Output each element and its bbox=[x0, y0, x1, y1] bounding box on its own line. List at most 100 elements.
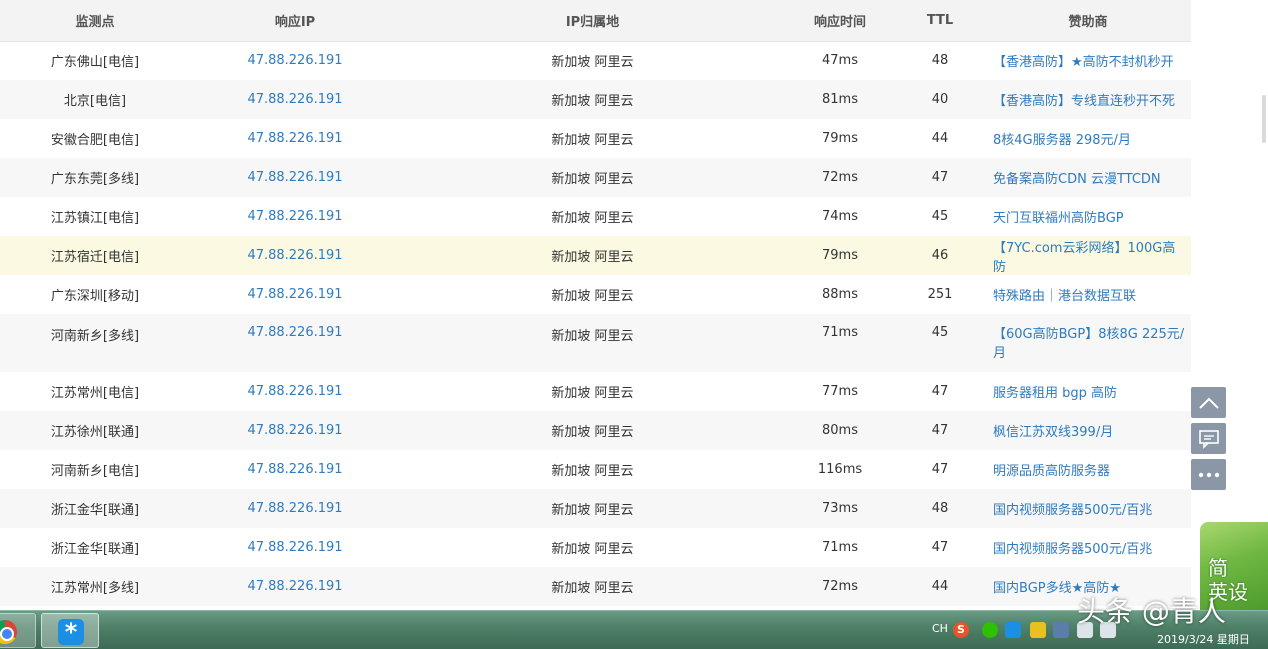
response-ip-link[interactable]: 47.88.226.191 bbox=[190, 528, 400, 567]
response-ip-link[interactable]: 47.88.226.191 bbox=[190, 236, 400, 275]
table-row: 北京[电信] 47.88.226.191 新加坡 阿里云 81ms 40 【香港高防】专线… bbox=[0, 80, 1191, 119]
response-ip-link[interactable]: 47.88.226.191 bbox=[190, 450, 400, 489]
page-right-gutter bbox=[1191, 0, 1268, 610]
table-row: 江苏镇江[电信] 47.88.226.191 新加坡 阿里云 74ms 45 天门互联福州… bbox=[0, 197, 1191, 236]
scrollbar-thumb[interactable] bbox=[1262, 95, 1266, 143]
response-ip-link[interactable]: 47.88.226.191 bbox=[190, 158, 400, 197]
sponsor-link[interactable]: 明源品质高防服务器 bbox=[985, 450, 1191, 489]
ttl-cell: 47 bbox=[895, 158, 985, 197]
ip-location-cell: 新加坡 阿里云 bbox=[400, 450, 785, 489]
ip-location-cell: 新加坡 阿里云 bbox=[400, 236, 785, 275]
sponsor-link[interactable]: 国内视频服务器500元/百兆 bbox=[985, 489, 1191, 528]
sponsor-link[interactable]: 特殊路由｜港台数据互联 bbox=[985, 275, 1191, 314]
response-ip-link[interactable]: 47.88.226.191 bbox=[190, 314, 400, 372]
ttl-cell: 48 bbox=[895, 489, 985, 528]
ttl-cell: 47 bbox=[895, 450, 985, 489]
ping-results-table: 监测点 响应IP IP归属地 响应时间 TTL 赞助商 广东佛山[电信] 47.8… bbox=[0, 0, 1191, 606]
monitor-point-cell: 浙江金华[联通] bbox=[0, 528, 190, 567]
header-ip-location[interactable]: IP归属地 bbox=[400, 0, 785, 42]
response-ip-link[interactable]: 47.88.226.191 bbox=[190, 567, 400, 606]
header-sponsor: 赞助商 bbox=[985, 0, 1191, 42]
header-ttl[interactable]: TTL bbox=[895, 0, 985, 42]
response-time-cell: 88ms bbox=[785, 275, 895, 314]
monitor-point-cell: 江苏常州[多线] bbox=[0, 567, 190, 606]
sponsor-link[interactable]: 天门互联福州高防BGP bbox=[985, 197, 1191, 236]
feedback-button[interactable] bbox=[1191, 423, 1226, 454]
taskbar-app-button[interactable]: * bbox=[41, 613, 99, 648]
response-time-cell: 80ms bbox=[785, 411, 895, 450]
sponsor-link[interactable]: 【香港高防】★高防不封机秒开 bbox=[985, 41, 1191, 80]
response-ip-link[interactable]: 47.88.226.191 bbox=[190, 275, 400, 314]
ip-location-cell: 新加坡 阿里云 bbox=[400, 567, 785, 606]
sogou-ime-icon[interactable]: S bbox=[953, 622, 969, 638]
ip-location-cell: 新加坡 阿里云 bbox=[400, 372, 785, 411]
monitor-point-cell: 广东深圳[移动] bbox=[0, 275, 190, 314]
back-to-top-button[interactable] bbox=[1191, 387, 1226, 418]
response-time-cell: 71ms bbox=[785, 528, 895, 567]
ttl-cell: 47 bbox=[895, 528, 985, 567]
ip-location-cell: 新加坡 阿里云 bbox=[400, 80, 785, 119]
response-ip-link[interactable]: 47.88.226.191 bbox=[190, 80, 400, 119]
monitor-point-cell: 江苏镇江[电信] bbox=[0, 197, 190, 236]
response-time-cell: 81ms bbox=[785, 80, 895, 119]
table-row: 江苏常州[多线] 47.88.226.191 新加坡 阿里云 72ms 44 国内BGP多… bbox=[0, 567, 1191, 606]
comment-icon bbox=[1198, 429, 1219, 449]
response-time-cell: 72ms bbox=[785, 567, 895, 606]
tray-app-icon[interactable] bbox=[1005, 622, 1021, 638]
sponsor-link[interactable]: 【60G高防BGP】8核8G 225元/月 bbox=[985, 314, 1191, 372]
table-row: 江苏徐州[联通] 47.88.226.191 新加坡 阿里云 80ms 47 枫信江苏双线… bbox=[0, 411, 1191, 450]
response-ip-link[interactable]: 47.88.226.191 bbox=[190, 197, 400, 236]
ip-location-cell: 新加坡 阿里云 bbox=[400, 41, 785, 80]
response-time-cell: 47ms bbox=[785, 41, 895, 80]
response-ip-link[interactable]: 47.88.226.191 bbox=[190, 41, 400, 80]
response-time-cell: 71ms bbox=[785, 314, 895, 372]
monitor-point-cell: 江苏常州[电信] bbox=[0, 372, 190, 411]
sponsor-link[interactable]: 8核4G服务器 298元/月 bbox=[985, 119, 1191, 158]
language-indicator[interactable]: CH bbox=[932, 622, 948, 635]
response-ip-link[interactable]: 47.88.226.191 bbox=[190, 372, 400, 411]
sponsor-link[interactable]: 免备案高防CDN 云漫TTCDN bbox=[985, 158, 1191, 197]
table-row: 江苏常州[电信] 47.88.226.191 新加坡 阿里云 77ms 47 服务器租用 … bbox=[0, 372, 1191, 411]
header-monitor-point[interactable]: 监测点 bbox=[0, 0, 190, 42]
ttl-cell: 44 bbox=[895, 567, 985, 606]
wechat-icon[interactable] bbox=[982, 622, 998, 638]
sponsor-link[interactable]: 【7YC.com云彩网络】100G高防 bbox=[985, 236, 1191, 275]
header-response-time[interactable]: 响应时间 bbox=[785, 0, 895, 42]
table-row: 广东佛山[电信] 47.88.226.191 新加坡 阿里云 47ms 48 【香港高防】… bbox=[0, 41, 1191, 80]
chrome-icon bbox=[0, 620, 17, 644]
tray-security-icon[interactable] bbox=[1030, 622, 1046, 638]
response-ip-link[interactable]: 47.88.226.191 bbox=[190, 489, 400, 528]
sponsor-link[interactable]: 【香港高防】专线直连秒开不死 bbox=[985, 80, 1191, 119]
ttl-cell: 48 bbox=[895, 41, 985, 80]
more-button[interactable] bbox=[1191, 459, 1226, 490]
response-time-cell: 73ms bbox=[785, 489, 895, 528]
ip-location-cell: 新加坡 阿里云 bbox=[400, 119, 785, 158]
clock-date[interactable]: 2019/3/24 星期日 bbox=[1157, 631, 1250, 647]
ttl-cell: 40 bbox=[895, 80, 985, 119]
ttl-cell: 47 bbox=[895, 411, 985, 450]
ttl-cell: 45 bbox=[895, 197, 985, 236]
taskbar-chrome-button[interactable] bbox=[0, 613, 36, 648]
response-time-cell: 79ms bbox=[785, 236, 895, 275]
sponsor-link[interactable]: 枫信江苏双线399/月 bbox=[985, 411, 1191, 450]
ip-location-cell: 新加坡 阿里云 bbox=[400, 275, 785, 314]
response-time-cell: 77ms bbox=[785, 372, 895, 411]
monitor-point-cell: 北京[电信] bbox=[0, 80, 190, 119]
sponsor-link[interactable]: 服务器租用 bgp 高防 bbox=[985, 372, 1191, 411]
response-ip-link[interactable]: 47.88.226.191 bbox=[190, 411, 400, 450]
ttl-cell: 44 bbox=[895, 119, 985, 158]
ip-location-cell: 新加坡 阿里云 bbox=[400, 197, 785, 236]
response-time-cell: 79ms bbox=[785, 119, 895, 158]
table-row: 浙江金华[联通] 47.88.226.191 新加坡 阿里云 71ms 47 国内视频服务… bbox=[0, 528, 1191, 567]
ttl-cell: 46 bbox=[895, 236, 985, 275]
monitor-point-cell: 广东东莞[多线] bbox=[0, 158, 190, 197]
network-icon[interactable] bbox=[1053, 622, 1069, 638]
monitor-point-cell: 广东佛山[电信] bbox=[0, 41, 190, 80]
response-time-cell: 72ms bbox=[785, 158, 895, 197]
header-response-ip[interactable]: 响应IP bbox=[190, 0, 400, 42]
monitor-point-cell: 浙江金华[联通] bbox=[0, 489, 190, 528]
table-row: 河南新乡[电信] 47.88.226.191 新加坡 阿里云 116ms 47 明源品质高… bbox=[0, 450, 1191, 489]
response-ip-link[interactable]: 47.88.226.191 bbox=[190, 119, 400, 158]
sponsor-link[interactable]: 国内视频服务器500元/百兆 bbox=[985, 528, 1191, 567]
table-row: 安徽合肥[电信] 47.88.226.191 新加坡 阿里云 79ms 44 8核4G服务… bbox=[0, 119, 1191, 158]
